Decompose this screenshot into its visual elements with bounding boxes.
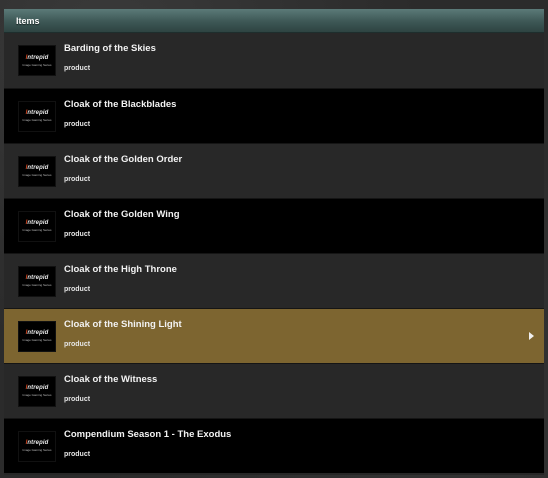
- background: Items Intrepid Image Gaming Series Barding…: [0, 0, 548, 478]
- item-text: Compendium Season 1 - The Exodus product: [64, 419, 231, 473]
- item-text: Cloak of the Golden Wing product: [64, 199, 180, 253]
- product-thumbnail: Intrepid Image Gaming Series: [18, 45, 56, 76]
- item-list: Intrepid Image Gaming Series Barding of th…: [4, 33, 544, 473]
- item-title: Cloak of the Witness: [64, 373, 158, 385]
- thumbnail-logo-text: ntrepid: [27, 110, 49, 116]
- list-item[interactable]: Intrepid Image Gaming Series Cloak of the …: [4, 198, 544, 253]
- thumbnail-logo: Intrepid: [26, 55, 49, 62]
- thumbnail-logo: Intrepid: [26, 440, 49, 447]
- thumbnail-tagline: Image Gaming Series: [22, 62, 52, 67]
- list-item[interactable]: Intrepid Image Gaming Series Cloak of the …: [4, 363, 544, 418]
- product-thumbnail: Intrepid Image Gaming Series: [18, 100, 56, 132]
- thumbnail-logo: Intrepid: [26, 385, 49, 392]
- item-text: Barding of the Skies product: [64, 33, 156, 88]
- item-subtitle: product: [64, 230, 91, 238]
- thumbnail-logo: Intrepid: [26, 275, 49, 282]
- thumbnail-tagline: Image Gaming Series: [22, 338, 52, 342]
- item-subtitle: product: [64, 395, 91, 403]
- item-subtitle: product: [64, 450, 91, 458]
- thumbnail-logo-text: ntrepid: [27, 385, 49, 391]
- thumbnail-logo: Intrepid: [26, 220, 49, 227]
- thumbnail-logo: Intrepid: [26, 110, 49, 117]
- item-title: Cloak of the Golden Wing: [64, 208, 180, 220]
- list-item[interactable]: Intrepid Image Gaming Series Cloak of the …: [4, 308, 544, 363]
- thumbnail-tagline: Image Gaming Series: [22, 228, 52, 232]
- list-item[interactable]: Intrepid Image Gaming Series Barding of th…: [4, 33, 544, 88]
- product-thumbnail: Intrepid Image Gaming Series: [18, 320, 56, 352]
- chevron-right-icon: [529, 332, 534, 340]
- item-title: Cloak of the Golden Order: [64, 153, 183, 165]
- thumbnail-tagline: Image Gaming Series: [22, 173, 52, 177]
- thumbnail-logo: Intrepid: [26, 330, 49, 337]
- item-title: Compendium Season 1 - The Exodus: [64, 428, 232, 440]
- item-subtitle: product: [64, 340, 91, 348]
- list-item[interactable]: Intrepid Image Gaming Series Cloak of the …: [4, 143, 544, 198]
- item-text: Cloak of the Witness product: [64, 364, 157, 418]
- thumbnail-logo-text: ntrepid: [27, 54, 49, 61]
- item-text: Cloak of the Shining Light product: [64, 309, 182, 363]
- thumbnail-tagline: Image Gaming Series: [22, 393, 52, 397]
- thumbnail-logo-text: ntrepid: [27, 275, 49, 281]
- thumbnail-tagline: Image Gaming Series: [22, 448, 52, 452]
- list-item[interactable]: Intrepid Image Gaming Series Cloak of the …: [4, 253, 544, 308]
- product-thumbnail: Intrepid Image Gaming Series: [18, 430, 56, 462]
- thumbnail-logo-text: ntrepid: [27, 220, 49, 226]
- list-item[interactable]: Intrepid Image Gaming Series Compendium Se…: [4, 418, 544, 473]
- product-thumbnail: Intrepid Image Gaming Series: [18, 375, 56, 407]
- thumbnail-logo-text: ntrepid: [27, 440, 49, 446]
- item-subtitle: product: [64, 65, 91, 72]
- product-thumbnail: Intrepid Image Gaming Series: [18, 265, 56, 297]
- product-thumbnail: Intrepid Image Gaming Series: [18, 210, 56, 242]
- item-subtitle: product: [64, 120, 91, 128]
- item-title: Cloak of the Blackblades: [64, 98, 177, 110]
- thumbnail-logo-text: ntrepid: [27, 330, 49, 336]
- item-text: Cloak of the Blackblades product: [64, 89, 176, 143]
- item-subtitle: product: [64, 175, 91, 183]
- item-title: Cloak of the Shining Light: [64, 318, 182, 330]
- product-thumbnail: Intrepid Image Gaming Series: [18, 155, 56, 187]
- item-text: Cloak of the High Throne product: [64, 254, 177, 308]
- thumbnail-logo: Intrepid: [26, 165, 49, 172]
- thumbnail-tagline: Image Gaming Series: [22, 118, 52, 122]
- panel-header: Items: [4, 9, 544, 33]
- thumbnail-tagline: Image Gaming Series: [22, 283, 52, 287]
- thumbnail-logo-text: ntrepid: [27, 165, 49, 171]
- list-item[interactable]: Intrepid Image Gaming Series Cloak of the …: [4, 88, 544, 143]
- panel-title: Items: [16, 15, 40, 26]
- item-text: Cloak of the Golden Order product: [64, 144, 182, 198]
- item-title: Barding of the Skies: [64, 43, 156, 54]
- items-panel: Items Intrepid Image Gaming Series Barding…: [4, 9, 544, 475]
- item-subtitle: product: [64, 285, 91, 293]
- item-title: Cloak of the High Throne: [64, 263, 177, 275]
